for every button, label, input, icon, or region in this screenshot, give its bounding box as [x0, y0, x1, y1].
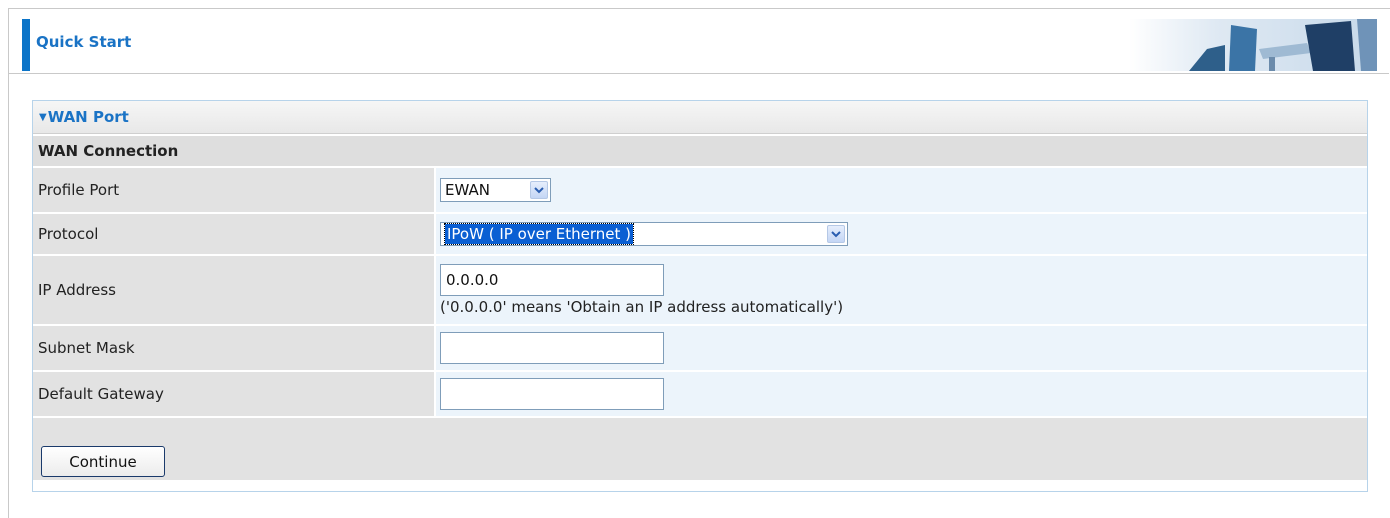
- subnet-mask-label: Subnet Mask: [33, 326, 434, 370]
- office-banner-image: [1129, 19, 1377, 71]
- protocol-row: Protocol IPoW ( IP over Ethernet ): [33, 212, 1367, 254]
- caret-down-icon: ▼: [39, 112, 47, 123]
- profile-port-label: Profile Port: [33, 168, 434, 212]
- profile-port-cell: EWAN: [434, 168, 1367, 212]
- default-gateway-row: Default Gateway: [33, 370, 1367, 416]
- protocol-cell: IPoW ( IP over Ethernet ): [434, 214, 1367, 254]
- default-gateway-label: Default Gateway: [33, 372, 434, 416]
- ip-address-label: IP Address: [33, 256, 434, 324]
- ip-address-row: IP Address ('0.0.0.0' means 'Obtain an I…: [33, 254, 1367, 324]
- ip-address-cell: ('0.0.0.0' means 'Obtain an IP address a…: [434, 256, 1367, 324]
- ip-address-hint: ('0.0.0.0' means 'Obtain an IP address a…: [440, 298, 844, 316]
- button-row: Continue: [33, 418, 1367, 480]
- subnet-mask-cell: [434, 326, 1367, 370]
- continue-button[interactable]: Continue: [41, 446, 165, 477]
- protocol-label: Protocol: [33, 214, 434, 254]
- protocol-value: IPoW ( IP over Ethernet ): [443, 223, 635, 245]
- wan-port-panel: ▼WAN Port WAN Connection Profile Port EW…: [32, 100, 1368, 492]
- page-header: Quick Start: [9, 9, 1389, 74]
- section-header[interactable]: ▼WAN Port: [33, 101, 1367, 134]
- protocol-value-wrap: IPoW ( IP over Ethernet ): [443, 223, 825, 245]
- ip-address-input[interactable]: [440, 264, 664, 296]
- subnet-mask-row: Subnet Mask: [33, 324, 1367, 370]
- protocol-select[interactable]: IPoW ( IP over Ethernet ): [440, 222, 848, 246]
- section-title: WAN Port: [47, 108, 129, 126]
- subnet-mask-input[interactable]: [440, 332, 664, 364]
- page-title: Quick Start: [36, 33, 132, 51]
- default-gateway-cell: [434, 372, 1367, 416]
- profile-port-value: EWAN: [445, 181, 490, 199]
- default-gateway-input[interactable]: [440, 378, 664, 410]
- profile-port-select[interactable]: EWAN: [440, 178, 551, 202]
- chevron-down-icon[interactable]: [530, 181, 548, 199]
- wan-connection-subheader: WAN Connection: [33, 136, 1367, 166]
- chevron-down-icon[interactable]: [827, 225, 845, 243]
- profile-port-row: Profile Port EWAN: [33, 166, 1367, 212]
- header-accent-bar: [22, 19, 30, 71]
